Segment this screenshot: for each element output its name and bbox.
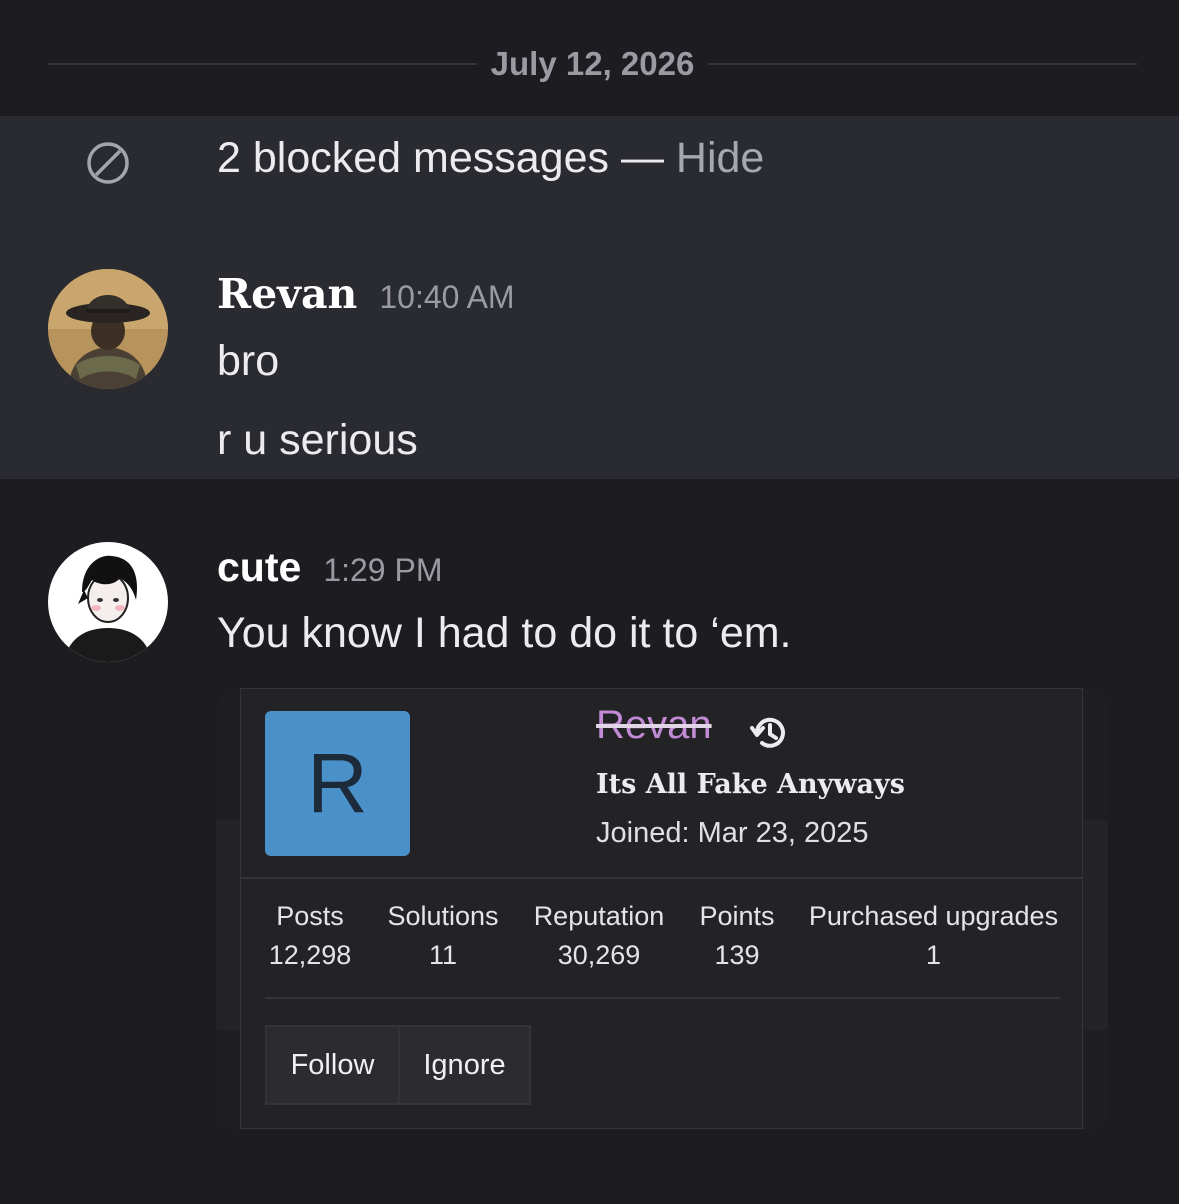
profile-actions: Follow Ignore [265,1025,531,1105]
message-timestamp: 1:29 PM [323,552,443,588]
blocked-messages-notice: 2 blocked messages — Hide [217,134,764,183]
stat-label: Solutions [387,901,499,931]
profile-card: R Revan Its All Fake Anyways Joined: Mar… [240,688,1083,1129]
history-icon [749,713,789,753]
author-name[interactable]: cute [217,544,301,590]
divider-line-right [708,63,1137,65]
message-text: r u serious [217,416,418,464]
stat-label: Reputation [533,901,665,931]
stat-purchased-upgrades: Purchased upgrades 1 [807,901,1060,971]
stat-posts: Posts 12,298 [265,901,355,971]
stat-label: Points [699,901,775,931]
profile-joined: Joined: Mar 23, 2025 [596,817,869,849]
hide-blocked-link[interactable]: Hide [676,134,764,182]
avatar-revan[interactable] [48,269,168,389]
message-text: You know I had to do it to ‘em. [217,609,792,657]
stat-value: 30,269 [557,940,641,970]
author-name[interactable]: Revan [217,270,357,318]
stat-label: Posts [276,901,344,931]
stat-value: 139 [714,940,760,970]
divider-line-left [48,63,477,65]
profile-avatar: R [265,711,410,856]
profile-card-header: R Revan Its All Fake Anyways Joined: Mar… [241,689,1082,879]
ignore-button[interactable]: Ignore [400,1025,531,1105]
stat-reputation: Reputation 30,269 [531,901,667,971]
profile-username: Revan [596,703,712,747]
blocked-icon [86,141,130,185]
avatar-cute[interactable] [48,542,168,662]
stat-value: 12,298 [268,940,352,970]
stat-label: Purchased upgrades [808,901,1059,931]
message-header-revan: Revan 10:40 AM [217,270,515,318]
message-text: bro [217,337,280,385]
message-timestamp: 10:40 AM [379,279,515,315]
stat-value: 1 [925,940,942,970]
date-divider: July 12, 2026 [48,38,1137,90]
profile-stats: Posts 12,298 Solutions 11 Reputation 30,… [265,901,1060,999]
blocked-messages-label: 2 blocked messages — [217,134,664,182]
profile-title: Its All Fake Anyways [596,769,905,800]
message-header-cute: cute 1:29 PM [217,544,442,591]
date-label: July 12, 2026 [490,45,695,82]
stat-solutions: Solutions 11 [385,901,501,971]
stat-value: 11 [428,940,458,970]
stat-points: Points 139 [697,901,777,971]
follow-button[interactable]: Follow [265,1025,400,1105]
